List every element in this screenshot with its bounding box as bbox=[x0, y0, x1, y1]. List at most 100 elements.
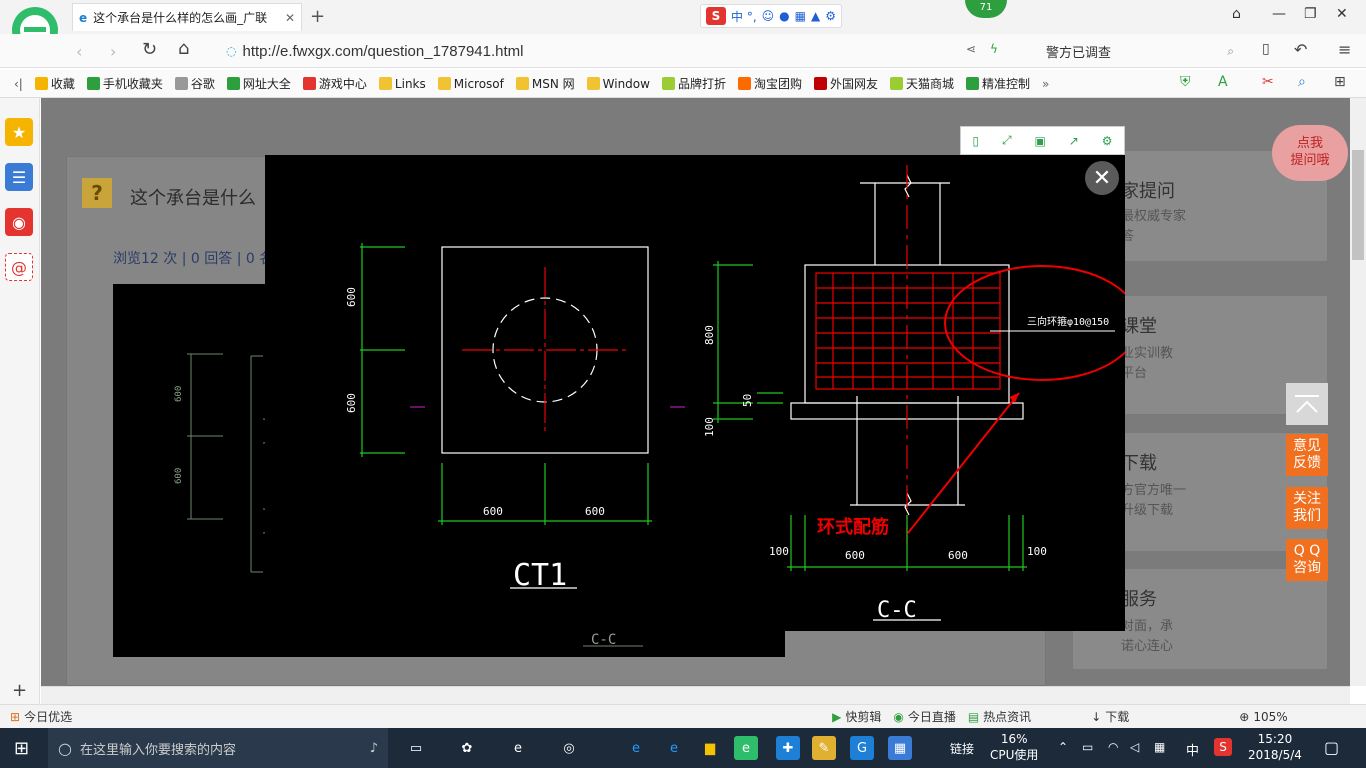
battery-icon[interactable]: ▭ bbox=[1082, 740, 1093, 754]
home-icon[interactable]: ⌂ bbox=[178, 38, 189, 59]
more-bookmarks-icon[interactable]: » bbox=[1042, 77, 1049, 91]
task-view-icon[interactable]: ▭ bbox=[404, 736, 428, 760]
bookmark-item[interactable]: Links bbox=[378, 77, 426, 91]
minimize-icon[interactable]: — bbox=[1272, 6, 1286, 22]
lightning-icon[interactable]: ϟ bbox=[990, 42, 998, 56]
volume-icon[interactable]: ◁ bbox=[1130, 740, 1139, 754]
bookmark-item[interactable]: Window bbox=[586, 77, 650, 91]
bookmark-item[interactable]: 网址大全 bbox=[226, 75, 291, 92]
edge-icon[interactable]: e bbox=[506, 736, 530, 760]
status-item[interactable]: ◉ 今日直播 bbox=[893, 708, 956, 725]
bookmark-item[interactable]: 外国网友 bbox=[814, 75, 878, 92]
back-icon[interactable]: ‹ bbox=[76, 42, 82, 61]
close-tab-icon[interactable]: ✕ bbox=[285, 11, 295, 25]
ask-help-bubble[interactable]: 点我 提问哦 bbox=[1272, 125, 1348, 181]
chevron-up-icon[interactable]: ⌃ bbox=[1058, 740, 1068, 754]
app-icon[interactable]: G bbox=[850, 736, 874, 760]
mail-icon[interactable]: @ bbox=[5, 253, 33, 281]
today-picks[interactable]: ⊞ 今日优选 bbox=[10, 708, 72, 725]
sogou-ime-toolbar[interactable]: S 中 °, ☺ ● ▦ ▲ ⚙ bbox=[700, 4, 842, 28]
sidebar-toggle-icon[interactable]: ‹| bbox=[14, 77, 23, 91]
cpu-meter[interactable]: 16% CPU使用 bbox=[990, 731, 1038, 763]
cut-icon[interactable]: ✂ bbox=[1262, 74, 1274, 90]
bookmark-item[interactable]: 游戏中心 bbox=[302, 75, 367, 92]
refresh-icon[interactable]: ↻ bbox=[142, 39, 157, 60]
tab-current[interactable]: e 这个承台是什么样的怎么画_广联 ✕ bbox=[72, 3, 302, 31]
taskbar-search[interactable]: ○ 在这里输入你要搜索的内容 ♪ bbox=[48, 728, 388, 768]
keyboard-icon[interactable]: ▦ bbox=[1154, 740, 1165, 754]
menu-icon[interactable]: ≡ bbox=[1338, 40, 1351, 59]
ie-icon[interactable]: e bbox=[662, 736, 686, 760]
translate-icon[interactable]: A bbox=[1218, 74, 1228, 90]
browser-taskbar-icon[interactable]: e bbox=[734, 736, 758, 760]
app-icon[interactable]: ✿ bbox=[455, 736, 479, 760]
app-icon[interactable]: ✎ bbox=[812, 736, 836, 760]
card-sub: 升级下载 bbox=[1121, 503, 1174, 518]
mic-icon[interactable]: ♪ bbox=[370, 741, 378, 756]
sogou-icon[interactable]: S bbox=[1214, 738, 1232, 756]
bookmark-item[interactable]: 谷歌 bbox=[174, 75, 215, 92]
skin-icon[interactable]: ▲ bbox=[811, 9, 820, 23]
save-icon[interactable]: ▣ bbox=[1035, 134, 1046, 148]
original-size-icon[interactable]: ▯ bbox=[972, 134, 979, 148]
new-tab-button[interactable]: + bbox=[310, 6, 325, 27]
notification-icon[interactable]: ▢ bbox=[1324, 738, 1339, 757]
tools-icon[interactable]: ⚙ bbox=[825, 9, 836, 23]
news-icon[interactable]: ☰ bbox=[5, 163, 33, 191]
weibo-icon[interactable]: ◉ bbox=[5, 208, 33, 236]
fullscreen-icon[interactable]: ⤢ bbox=[1002, 133, 1012, 148]
find-icon[interactable]: ⌕ bbox=[1298, 74, 1306, 90]
settings-icon[interactable]: ⚙ bbox=[1102, 134, 1113, 148]
bookmark-item[interactable]: 品牌打折 bbox=[661, 75, 726, 92]
url-text[interactable]: http://e.fwxgx.com/question_1787941.html bbox=[242, 43, 523, 60]
keyboard-icon[interactable]: ▦ bbox=[795, 9, 806, 23]
apps-icon[interactable]: ⊞ bbox=[1334, 74, 1346, 90]
close-window-icon[interactable]: ✕ bbox=[1336, 6, 1348, 22]
emoji-icon[interactable]: ☺ bbox=[762, 9, 775, 23]
zoom-control[interactable]: ⊕ 105% bbox=[1239, 710, 1287, 724]
bookmark-item[interactable]: 手机收藏夹 bbox=[86, 75, 163, 92]
folder-icon[interactable]: ▆ bbox=[698, 736, 722, 760]
search-text[interactable]: 警方已调查 bbox=[1046, 42, 1111, 61]
status-item[interactable]: ▤ 热点资讯 bbox=[968, 708, 1031, 725]
mic-icon[interactable]: ● bbox=[779, 9, 789, 23]
edge-icon[interactable]: e bbox=[624, 736, 648, 760]
app-icon[interactable]: ✚ bbox=[776, 736, 800, 760]
bookmark-item[interactable]: 收藏 bbox=[34, 75, 75, 92]
forward-icon[interactable]: › bbox=[110, 42, 116, 61]
share-icon[interactable]: ⋖ bbox=[966, 42, 976, 56]
qq-consult-button[interactable]: Q Q 咨询 bbox=[1286, 539, 1328, 581]
ime-indicator[interactable]: 中 bbox=[1186, 740, 1199, 759]
bookmark-item[interactable]: 淘宝团购 bbox=[737, 75, 802, 92]
add-sidebar-icon[interactable]: + bbox=[12, 680, 27, 701]
shield-icon[interactable]: ⛨ bbox=[1180, 74, 1191, 90]
windows-start-icon[interactable]: ⊞ bbox=[14, 738, 29, 759]
bookmark-item[interactable]: Microsof bbox=[437, 77, 504, 91]
star-icon[interactable]: ★ bbox=[5, 118, 33, 146]
undo-icon[interactable]: ↶ bbox=[1294, 40, 1307, 59]
status-item[interactable]: ▶ 快剪辑 bbox=[832, 708, 881, 725]
url-field[interactable]: ◌ http://e.fwxgx.com/question_1787941.ht… bbox=[226, 40, 956, 62]
bookmark-item[interactable]: 精准控制 bbox=[966, 75, 1030, 92]
bookmark-item[interactable]: 天猫商城 bbox=[890, 75, 954, 92]
follow-us-button[interactable]: 关注 我们 bbox=[1286, 487, 1328, 529]
feedback-button[interactable]: 意见 反馈 bbox=[1286, 434, 1328, 476]
links-toolbar[interactable]: 链接 bbox=[950, 740, 974, 757]
app-icon[interactable]: ▦ bbox=[888, 736, 912, 760]
vertical-scrollbar-thumb[interactable] bbox=[1352, 150, 1364, 260]
close-viewer-button[interactable]: ✕ bbox=[1085, 161, 1119, 195]
clock[interactable]: 15:20 2018/5/4 bbox=[1248, 731, 1302, 763]
cad-image-viewer[interactable]: 600 600 600 600 CT1 800 50 100 100 600 6… bbox=[265, 155, 1140, 631]
horizontal-scrollbar[interactable] bbox=[41, 686, 1350, 704]
shirt-icon[interactable]: ⌂ bbox=[1232, 6, 1241, 22]
search-icon[interactable]: ⌕ bbox=[1227, 44, 1234, 59]
bookmark-item[interactable]: MSN 网 bbox=[515, 75, 575, 92]
back-to-top-button[interactable] bbox=[1286, 383, 1328, 425]
download-item[interactable]: ↓ 下载 bbox=[1091, 708, 1129, 725]
maximize-icon[interactable]: ❐ bbox=[1304, 6, 1317, 22]
search-box[interactable]: 警方已调查 ⌕ bbox=[1040, 39, 1240, 63]
app-icon[interactable]: ◎ bbox=[557, 736, 581, 760]
share-icon[interactable]: ↗ bbox=[1069, 134, 1079, 148]
mobile-icon[interactable]: ▯ bbox=[1262, 41, 1270, 57]
wifi-icon[interactable]: ◠ bbox=[1108, 740, 1118, 754]
